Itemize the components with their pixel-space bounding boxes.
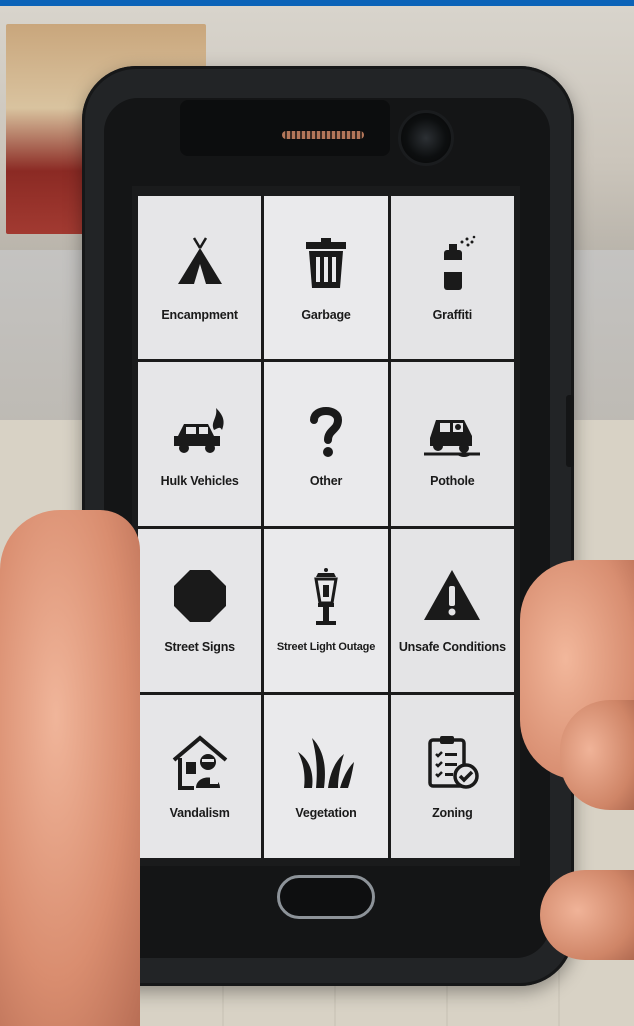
tile-label: Encampment xyxy=(161,307,238,322)
tile-label: Vandalism xyxy=(169,806,230,821)
tile-label: Street Signs xyxy=(164,640,235,655)
tile-label: Hulk Vehicles xyxy=(160,473,239,488)
tile-label: Graffiti xyxy=(432,307,473,322)
tile-hulk-vehicles[interactable]: Hulk Vehicles xyxy=(138,362,262,526)
side-button[interactable] xyxy=(566,395,574,467)
grass-icon xyxy=(296,732,356,792)
car-in-pothole-icon xyxy=(422,400,482,460)
tile-pothole[interactable]: Pothole xyxy=(390,362,514,526)
house-burglar-icon xyxy=(170,732,230,792)
tile-graffiti[interactable]: Graffiti xyxy=(390,196,514,360)
street-lamp-icon xyxy=(296,567,356,627)
home-button[interactable] xyxy=(277,875,375,919)
tile-label: Street Light Outage xyxy=(276,641,376,654)
hand-finger-lower xyxy=(540,870,634,960)
tile-vandalism[interactable]: Vandalism xyxy=(138,694,262,858)
front-camera xyxy=(398,110,454,166)
tile-label: Vegetation xyxy=(295,806,357,821)
tile-vegetation[interactable]: Vegetation xyxy=(264,694,388,858)
tile-label: Unsafe Conditions xyxy=(398,640,506,655)
clipboard-check-icon xyxy=(422,732,482,792)
tile-garbage[interactable]: Garbage xyxy=(264,196,388,360)
tent-icon xyxy=(170,234,230,294)
earpiece-speaker xyxy=(282,131,364,139)
tile-label: Zoning xyxy=(432,806,473,821)
tile-zoning[interactable]: Zoning xyxy=(390,694,514,858)
tile-street-light-outage[interactable]: Street Light Outage xyxy=(264,528,388,692)
question-mark-icon xyxy=(296,400,356,460)
tile-label: Other xyxy=(309,473,343,488)
spray-can-icon xyxy=(422,234,482,294)
tile-label: Garbage xyxy=(301,307,351,322)
trash-can-icon xyxy=(296,234,356,294)
tile-unsafe-conditions[interactable]: Unsafe Conditions xyxy=(390,528,514,692)
tile-street-signs[interactable]: Street Signs xyxy=(138,528,262,692)
earpiece-housing xyxy=(180,100,390,156)
octagon-sign-icon xyxy=(170,566,230,626)
warning-triangle-icon xyxy=(422,566,482,626)
hand-palm xyxy=(0,510,140,1026)
tile-label: Pothole xyxy=(430,473,475,488)
tile-encampment[interactable]: Encampment xyxy=(138,196,262,360)
report-category-grid: Encampment Garbage Graffiti Hulk Vehicle… xyxy=(138,196,514,858)
tile-other[interactable]: Other xyxy=(264,362,388,526)
burning-car-icon xyxy=(170,400,230,460)
